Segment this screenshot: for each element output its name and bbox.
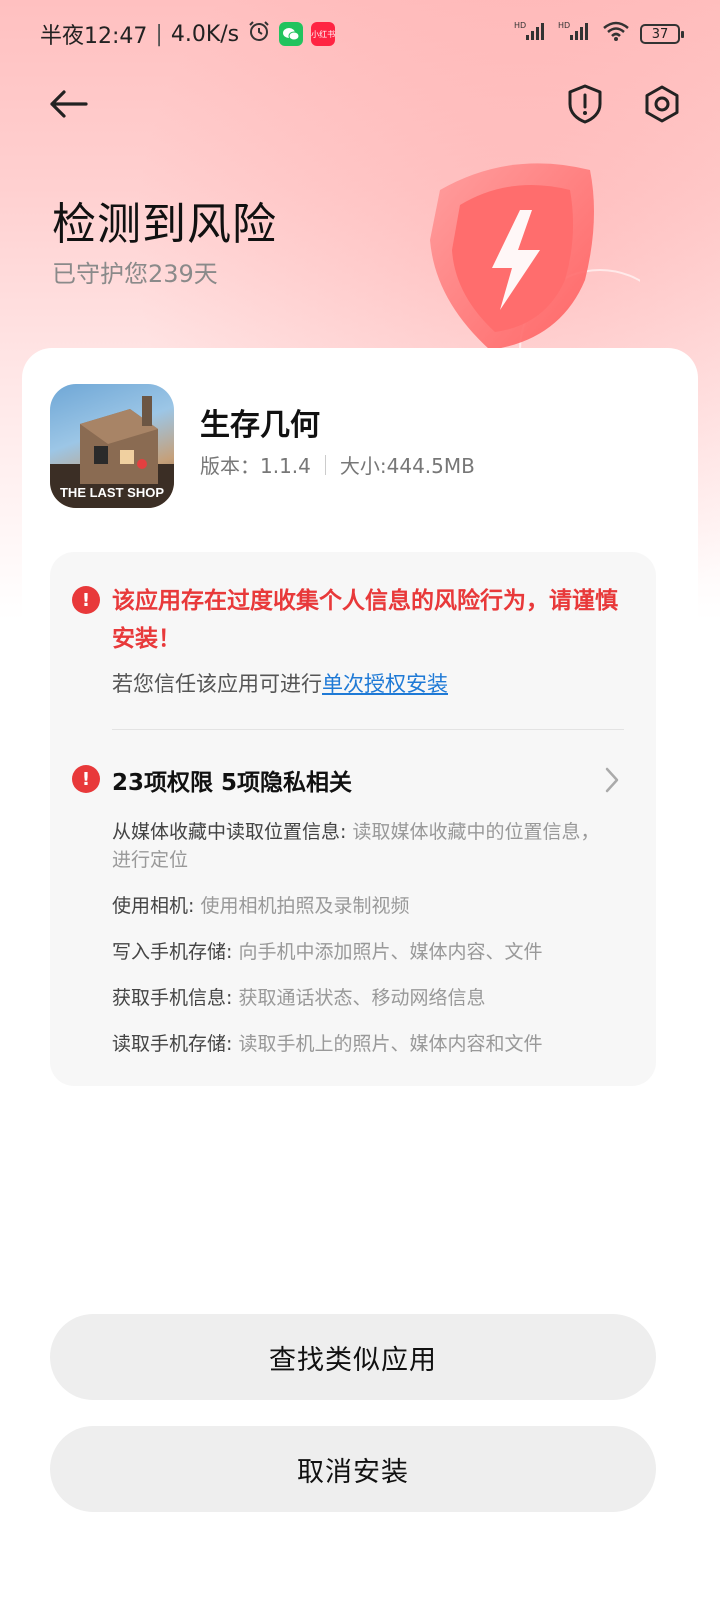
- app-name: 生存几何: [200, 408, 320, 443]
- permission-name: 从媒体收藏中读取位置信息:: [112, 821, 347, 843]
- permission-desc: 使用相机拍照及录制视频: [194, 895, 410, 917]
- permission-name: 获取手机信息:: [112, 987, 233, 1009]
- back-arrow-icon: [50, 90, 88, 118]
- top-nav: [0, 72, 720, 136]
- alarm-icon: [247, 19, 271, 49]
- signal-icon: HD: [514, 20, 548, 48]
- permission-item: 使用相机: 使用相机拍照及录制视频: [112, 892, 612, 920]
- svg-text:HD: HD: [558, 21, 570, 30]
- trust-install-line: 若您信任该应用可进行单次授权安装: [112, 668, 448, 698]
- status-bar: 半夜12:47 | 4.0K/s 小红书 HD HD 37: [0, 0, 720, 68]
- permission-name: 使用相机:: [112, 895, 195, 917]
- xiaohongshu-icon: 小红书: [311, 22, 336, 46]
- back-button[interactable]: [44, 80, 92, 128]
- risk-shield-icon: [430, 163, 640, 360]
- app-icon-caption: THE LAST SHOP: [59, 485, 164, 500]
- panel-divider: [112, 729, 624, 730]
- permission-name: 写入手机存储:: [112, 941, 233, 963]
- status-time: 半夜12:47: [40, 24, 148, 49]
- wechat-icon: [279, 22, 304, 46]
- risk-warning-text: 该应用存在过度收集个人信息的风险行为，请谨慎安装！: [112, 588, 618, 652]
- chevron-right-icon: [605, 767, 619, 793]
- app-size: 大小:444.5MB: [339, 454, 475, 478]
- cancel-install-button[interactable]: 取消安装: [50, 1426, 656, 1512]
- danger-alert-icon: !: [72, 586, 100, 614]
- security-report-button[interactable]: [560, 78, 610, 130]
- trust-install-prefix: 若您信任该应用可进行: [112, 672, 322, 696]
- status-divider: |: [155, 21, 163, 47]
- meta-divider: [324, 454, 326, 475]
- protected-days: 已守护您239天: [52, 260, 218, 288]
- permission-name: 读取手机存储:: [112, 1033, 233, 1055]
- wifi-icon: [602, 20, 630, 48]
- permissions-summary[interactable]: 23项权限 5项隐私相关: [112, 763, 352, 797]
- permission-desc: 获取通话状态、移动网络信息: [232, 987, 486, 1009]
- settings-button[interactable]: [636, 78, 688, 130]
- app-meta: 版本：1.1.4 大小:444.5MB: [200, 450, 475, 479]
- permission-desc: 读取手机上的照片、媒体内容和文件: [232, 1033, 543, 1055]
- network-speed: 4.0K/s: [170, 21, 240, 47]
- permission-item: 读取手机存储: 读取手机上的照片、媒体内容和文件: [112, 1030, 612, 1058]
- permissions-expand-button[interactable]: [598, 764, 626, 796]
- permission-desc: 向手机中添加照片、媒体内容、文件: [232, 941, 543, 963]
- settings-hexagon-icon: [645, 85, 679, 123]
- find-similar-apps-button[interactable]: 查找类似应用: [50, 1314, 656, 1400]
- permissions-alert-icon: !: [72, 765, 100, 793]
- permission-item: 获取手机信息: 获取通话状态、移动网络信息: [112, 984, 612, 1012]
- permission-item: 从媒体收藏中读取位置信息: 读取媒体收藏中的位置信息，进行定位: [112, 818, 612, 874]
- app-version: 版本：1.1.4: [200, 454, 311, 478]
- single-authorization-install-link[interactable]: 单次授权安装: [322, 672, 448, 696]
- page-title: 检测到风险: [52, 199, 277, 250]
- app-icon: THE LAST SHOP: [50, 384, 174, 508]
- permission-item: 写入手机存储: 向手机中添加照片、媒体内容、文件: [112, 938, 612, 966]
- signal-icon-2: HD: [558, 20, 592, 48]
- svg-text:HD: HD: [514, 21, 526, 30]
- battery-indicator: 37: [640, 24, 684, 44]
- shield-alert-icon: [568, 84, 602, 124]
